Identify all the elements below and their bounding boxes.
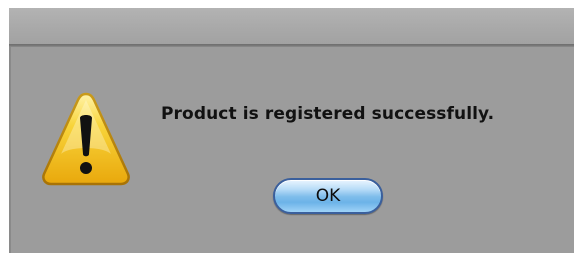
warning-icon <box>42 92 130 186</box>
screenshot-frame: Product is registered successfully. OK <box>0 0 574 259</box>
dialog-title-bar[interactable] <box>9 8 574 44</box>
dialog-message: Product is registered successfully. <box>161 104 495 124</box>
ok-button-label: OK <box>315 186 341 206</box>
ok-button[interactable]: OK <box>273 178 383 214</box>
title-divider <box>9 44 574 47</box>
alert-dialog: Product is registered successfully. OK <box>9 8 574 253</box>
dialog-left-edge <box>9 47 11 253</box>
